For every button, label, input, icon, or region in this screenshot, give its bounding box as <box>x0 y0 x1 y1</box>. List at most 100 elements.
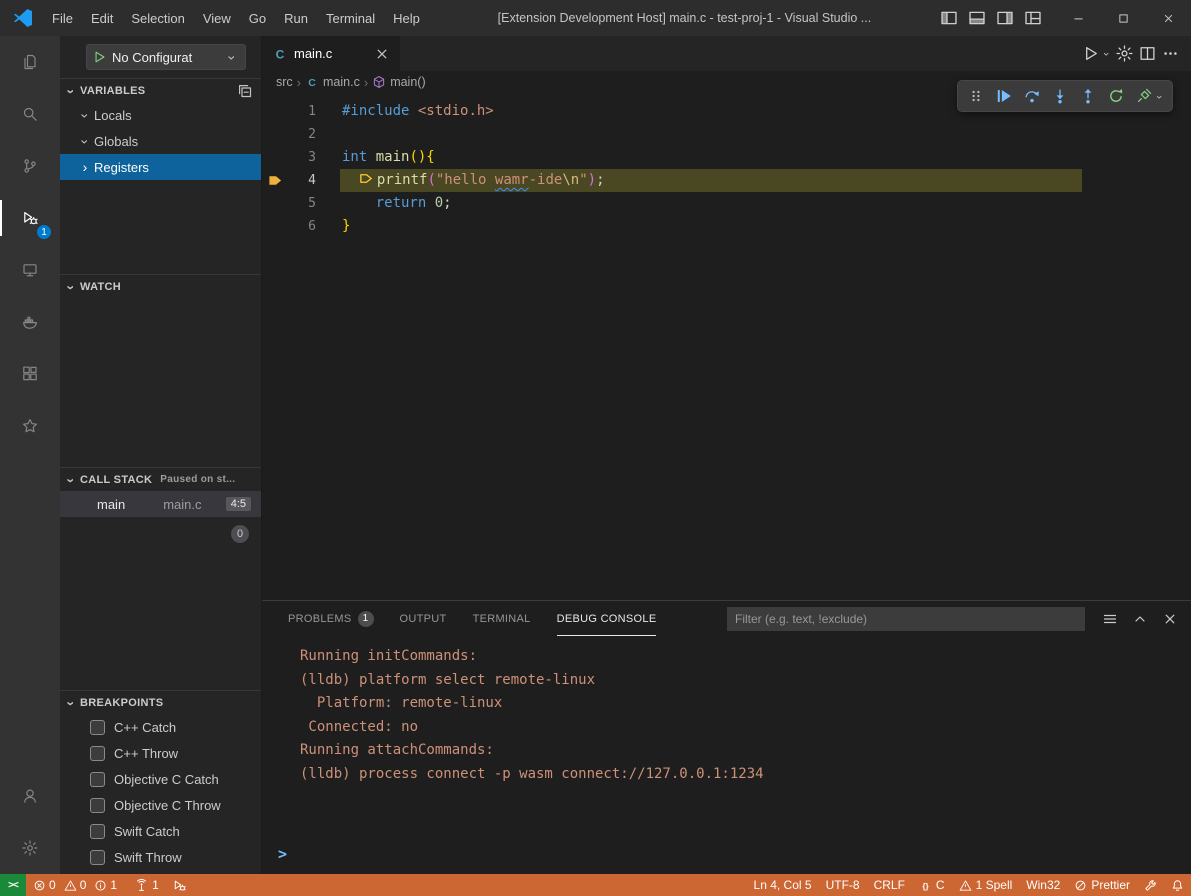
variables-item-locals[interactable]: ›Locals <box>60 102 261 128</box>
variables-section-header[interactable]: › VARIABLES <box>60 78 261 102</box>
breakpoint-objective-c-catch[interactable]: Objective C Catch <box>60 766 261 792</box>
code-line-5[interactable]: 5 return 0; <box>262 192 1191 215</box>
drag-handle-button[interactable] <box>962 83 989 109</box>
toggle-panel-icon[interactable] <box>968 9 986 27</box>
breakpoint-c-throw[interactable]: C++ Throw <box>60 740 261 766</box>
breakpoints-section-header[interactable]: › BREAKPOINTS <box>60 690 261 714</box>
status-debug-session[interactable] <box>166 874 193 896</box>
line-number[interactable]: 1 <box>288 100 316 123</box>
breakpoint-swift-throw[interactable]: Swift Throw <box>60 844 261 870</box>
panel-tab-output[interactable]: OUTPUT <box>400 602 447 636</box>
code-line-3[interactable]: 3int main(){ <box>262 146 1191 169</box>
menu-view[interactable]: View <box>194 0 240 36</box>
activity-run-and-debug[interactable]: 1 <box>0 192 60 244</box>
run-menu-button[interactable]: › <box>1083 43 1110 65</box>
activity-wamr-ide[interactable] <box>0 400 60 452</box>
settings-gear-button[interactable] <box>1116 43 1133 65</box>
code-line-2[interactable]: 2 <box>262 123 1191 146</box>
restart-button[interactable] <box>1102 83 1129 109</box>
activity-explorer[interactable] <box>0 36 60 88</box>
call-stack-section-header[interactable]: › CALL STACK Paused on st... <box>60 467 261 491</box>
breakpoint-c-catch[interactable]: C++ Catch <box>60 714 261 740</box>
split-editor-button[interactable] <box>1139 43 1156 65</box>
line-number[interactable]: 5 <box>288 192 316 215</box>
menu-help[interactable]: Help <box>384 0 429 36</box>
maximize-button[interactable] <box>1101 0 1146 36</box>
status-eol[interactable]: CRLF <box>867 874 912 896</box>
breakpoint-swift-catch[interactable]: Swift Catch <box>60 818 261 844</box>
maximize-panel-button[interactable] <box>1129 608 1151 630</box>
status-prettier[interactable]: Prettier <box>1067 874 1137 896</box>
breadcrumb-item-main-c[interactable]: Cmain.c <box>305 75 360 89</box>
watch-section-header[interactable]: › WATCH <box>60 274 261 298</box>
status-problems[interactable]: 001 <box>26 874 128 896</box>
activity-docker[interactable] <box>0 296 60 348</box>
breakpoint-objective-c-throw[interactable]: Objective C Throw <box>60 792 261 818</box>
toggle-secondary-sidebar-icon[interactable] <box>996 9 1014 27</box>
status-ports[interactable]: 1 <box>128 874 166 896</box>
code-editor[interactable]: 1#include <stdio.h>23int main(){4 printf… <box>262 93 1191 600</box>
step-out-button[interactable] <box>1074 83 1101 109</box>
breadcrumb-item-main[interactable]: main() <box>372 75 425 89</box>
line-number[interactable]: 6 <box>288 215 316 238</box>
checkbox[interactable] <box>90 850 105 865</box>
code-line-6[interactable]: 6} <box>262 215 1191 238</box>
close-button[interactable] <box>1146 0 1191 36</box>
status-language-mode[interactable]: {}C <box>912 874 952 896</box>
toggle-primary-sidebar-icon[interactable] <box>940 9 958 27</box>
close-icon[interactable] <box>374 46 390 62</box>
status-tools[interactable] <box>1137 874 1164 896</box>
step-over-button[interactable] <box>1018 83 1045 109</box>
line-number[interactable]: 4 <box>288 169 316 192</box>
glyph-margin[interactable] <box>262 215 288 238</box>
more-actions-button[interactable] <box>1162 43 1179 65</box>
continue-button[interactable] <box>990 83 1017 109</box>
activity-remote-explorer[interactable] <box>0 244 60 296</box>
debug-console[interactable]: Running initCommands:(lldb) platform sel… <box>262 636 1191 874</box>
code-line-4[interactable]: 4 printf("hello wamr-ide\n"); <box>262 169 1191 192</box>
activity-source-control[interactable] <box>0 140 60 192</box>
checkbox[interactable] <box>90 798 105 813</box>
line-number[interactable]: 3 <box>288 146 316 169</box>
glyph-margin[interactable] <box>262 192 288 215</box>
menu-terminal[interactable]: Terminal <box>317 0 384 36</box>
menu-run[interactable]: Run <box>275 0 317 36</box>
status-encoding[interactable]: UTF-8 <box>819 874 867 896</box>
breadcrumb-item-src[interactable]: src <box>276 75 293 89</box>
panel-tab-problems[interactable]: PROBLEMS1 <box>288 602 374 636</box>
checkbox[interactable] <box>90 824 105 839</box>
activity-search[interactable] <box>0 88 60 140</box>
tab-main-c[interactable]: Cmain.c <box>262 36 400 71</box>
status-spell-checker[interactable]: 1 Spell <box>952 874 1020 896</box>
activity-extensions[interactable] <box>0 348 60 400</box>
step-into-button[interactable] <box>1046 83 1073 109</box>
checkbox[interactable] <box>90 720 105 735</box>
menu-edit[interactable]: Edit <box>82 0 122 36</box>
menu-file[interactable]: File <box>43 0 82 36</box>
glyph-margin[interactable] <box>262 100 288 123</box>
activity-accounts[interactable] <box>0 770 60 822</box>
current-stack-frame-arrow-icon[interactable] <box>262 169 288 192</box>
glyph-margin[interactable] <box>262 146 288 169</box>
stack-frame[interactable]: mainmain.c4:5 <box>60 491 261 517</box>
checkbox[interactable] <box>90 746 105 761</box>
console-prompt[interactable]: > <box>278 843 287 867</box>
disconnect-button[interactable]: › <box>1130 83 1168 109</box>
status-notifications[interactable] <box>1164 874 1191 896</box>
panel-tab-debug-console[interactable]: DEBUG CONSOLE <box>557 602 657 636</box>
status-platform[interactable]: Win32 <box>1019 874 1067 896</box>
line-number[interactable]: 2 <box>288 123 316 146</box>
console-filter-input[interactable] <box>727 607 1085 631</box>
output-options-button[interactable] <box>1099 608 1121 630</box>
panel-tab-terminal[interactable]: TERMINAL <box>473 602 531 636</box>
menu-go[interactable]: Go <box>240 0 275 36</box>
close-panel-button[interactable] <box>1159 608 1181 630</box>
customize-layout-icon[interactable] <box>1024 9 1042 27</box>
activity-settings[interactable] <box>0 822 60 874</box>
checkbox[interactable] <box>90 772 105 787</box>
variables-item-registers[interactable]: ›Registers <box>60 154 261 180</box>
menu-selection[interactable]: Selection <box>122 0 193 36</box>
collapse-all-icon[interactable] <box>237 83 253 99</box>
remote-indicator[interactable]: >< <box>0 874 26 896</box>
debug-config-dropdown[interactable]: No Configurat › <box>86 44 246 70</box>
